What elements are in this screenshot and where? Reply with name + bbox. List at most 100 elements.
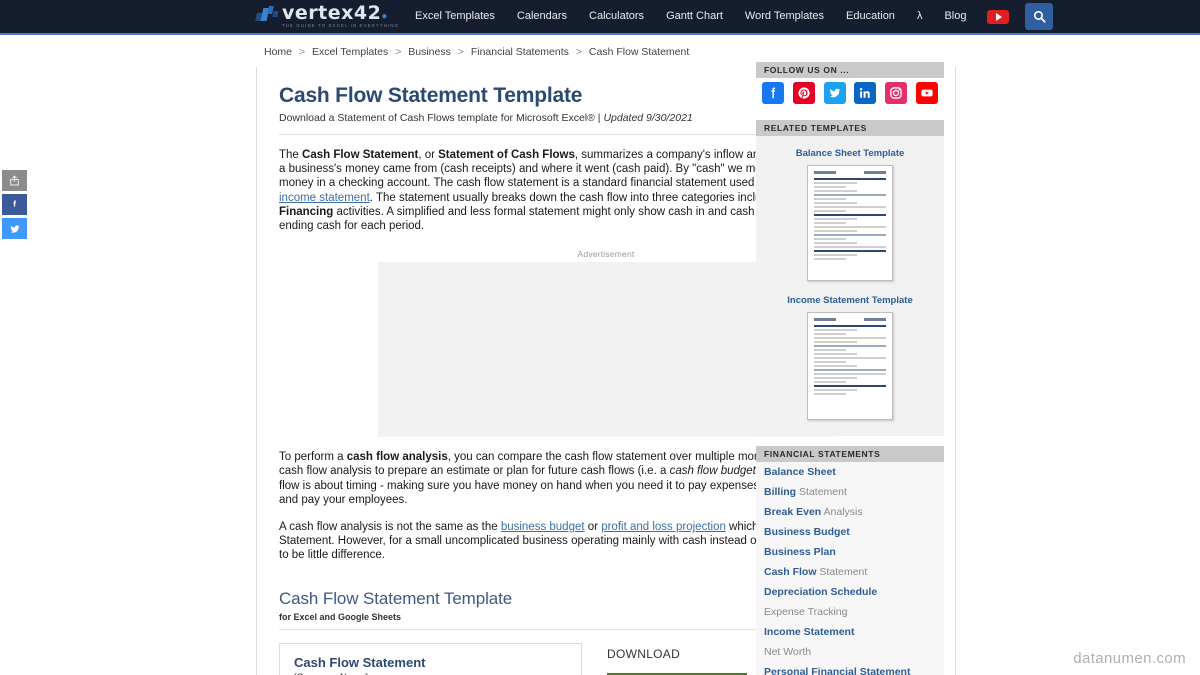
breadcrumb-item-excel-templates[interactable]: Excel Templates bbox=[312, 46, 388, 58]
breadcrumb-item-financial-statements[interactable]: Financial Statements bbox=[471, 46, 569, 58]
fs-label-bold: Billing bbox=[764, 485, 797, 498]
thumb-row bbox=[814, 369, 886, 371]
text-bold: cash flow analysis bbox=[346, 451, 448, 464]
thumb-row bbox=[814, 194, 886, 196]
floating-share-rail bbox=[2, 170, 27, 242]
thumb-row bbox=[814, 230, 858, 232]
site-logo[interactable]: vertex42 ● THE GUIDE TO EXCEL IN EVERYTH… bbox=[255, 0, 400, 34]
nav-item-calculators[interactable]: Calculators bbox=[578, 0, 655, 34]
thumb-row bbox=[814, 222, 847, 224]
nav-item-calendars[interactable]: Calendars bbox=[506, 0, 578, 34]
breadcrumb-item-business[interactable]: Business bbox=[408, 46, 451, 58]
related-template-label: Income Statement Template bbox=[787, 295, 913, 306]
thumb-row bbox=[814, 353, 858, 355]
twitter-share-icon[interactable] bbox=[2, 218, 27, 239]
twitter-icon[interactable] bbox=[823, 82, 846, 104]
left-gutter bbox=[0, 37, 256, 675]
financial-statements-list: Balance Sheet Billing Statement Break Ev… bbox=[756, 462, 944, 675]
fs-item-expense-tracking[interactable]: Expense Tracking bbox=[756, 602, 944, 622]
breadcrumb-item-current: Cash Flow Statement bbox=[588, 46, 690, 58]
thumb-row bbox=[814, 182, 858, 184]
thumb-row bbox=[814, 246, 886, 248]
thumb-row bbox=[814, 349, 847, 351]
logo-tagline: THE GUIDE TO EXCEL IN EVERYTHING bbox=[282, 23, 400, 28]
fs-item-break-even-analysis[interactable]: Break Even Analysis bbox=[756, 502, 944, 522]
youtube-icon[interactable] bbox=[987, 9, 1010, 24]
youtube-icon[interactable] bbox=[915, 82, 938, 104]
thumb-row bbox=[814, 258, 847, 260]
pinterest-icon[interactable] bbox=[792, 82, 815, 104]
thumb-header bbox=[814, 171, 886, 174]
template-preview-card[interactable]: Cash Flow Statement [Company Name] For t… bbox=[279, 642, 582, 675]
thumb-row bbox=[814, 226, 886, 228]
fs-label-rest: Expense Tracking bbox=[764, 605, 848, 618]
right-gutter bbox=[944, 37, 1200, 675]
facebook-share-icon[interactable] bbox=[2, 194, 27, 215]
thumb-row bbox=[814, 365, 858, 367]
thumb-row bbox=[814, 186, 847, 188]
text-run: A cash flow analysis is not the same as … bbox=[279, 521, 501, 534]
logo-row: vertex42 ● bbox=[255, 4, 396, 23]
related-templates-heading: RELATED TEMPLATES bbox=[756, 120, 944, 136]
fs-label-bold: Business Budget bbox=[764, 525, 850, 538]
fs-item-cash-flow-statement[interactable]: Cash Flow Statement bbox=[756, 562, 944, 582]
thumb-header bbox=[814, 318, 886, 321]
thumb-row bbox=[814, 214, 886, 216]
nav-item-gantt-chart[interactable]: Gantt Chart bbox=[655, 0, 734, 34]
fs-item-business-plan[interactable]: Business Plan bbox=[756, 542, 944, 562]
text-italic: cash flow budget bbox=[669, 465, 756, 478]
nav-inner: vertex42 ● THE GUIDE TO EXCEL IN EVERYTH… bbox=[255, 0, 1054, 34]
thumb-row bbox=[814, 242, 858, 244]
fs-item-net-worth[interactable]: Net Worth bbox=[756, 642, 944, 662]
facebook-glyph bbox=[13, 200, 17, 207]
fs-item-business-budget[interactable]: Business Budget bbox=[756, 522, 944, 542]
follow-us-panel: FOLLOW US ON ... bbox=[756, 62, 944, 110]
profit-loss-projection-link[interactable]: profit and loss projection bbox=[601, 521, 726, 533]
thumb-row bbox=[814, 333, 847, 335]
thumb-row bbox=[814, 210, 847, 212]
fs-item-income-statement[interactable]: Income Statement bbox=[756, 622, 944, 642]
text-bold: Cash Flow Statement bbox=[302, 149, 419, 161]
thumb-row bbox=[814, 254, 858, 256]
right-sidebar: FOLLOW US ON ... RELATED TEMPLATES Balan… bbox=[756, 62, 944, 675]
thumb-row bbox=[814, 377, 858, 379]
facebook-icon[interactable] bbox=[762, 82, 784, 104]
fs-label-bold: Depreciation Schedule bbox=[764, 585, 878, 598]
nav-item-excel-templates[interactable]: Excel Templates bbox=[404, 0, 506, 34]
fs-item-balance-sheet[interactable]: Balance Sheet bbox=[756, 462, 944, 482]
income-statement-link[interactable]: income statement bbox=[279, 192, 370, 204]
thumb-row bbox=[814, 325, 886, 327]
thumb-row bbox=[814, 178, 886, 180]
instagram-glyph bbox=[890, 87, 902, 99]
related-template-income-statement[interactable]: Income Statement Template bbox=[764, 289, 936, 428]
fs-item-depreciation-schedule[interactable]: Depreciation Schedule bbox=[756, 582, 944, 602]
business-budget-link[interactable]: business budget bbox=[501, 521, 585, 533]
nav-item-education[interactable]: Education bbox=[835, 0, 906, 34]
nav-item-lambda[interactable]: λ bbox=[906, 0, 934, 34]
text-run: , or bbox=[418, 149, 439, 161]
fs-item-billing-statement[interactable]: Billing Statement bbox=[756, 482, 944, 502]
breadcrumb-separator: > bbox=[395, 46, 402, 58]
download-column: DOWNLOAD ↓ EXCEL (.XLSX) bbox=[607, 643, 747, 675]
search-icon[interactable] bbox=[1025, 3, 1054, 30]
follow-us-heading: FOLLOW US ON ... bbox=[756, 62, 944, 78]
fs-label-rest: Net Worth bbox=[764, 645, 812, 658]
thumb-row bbox=[814, 234, 886, 236]
text-run: or bbox=[584, 521, 602, 534]
nav-item-word-templates[interactable]: Word Templates bbox=[734, 0, 835, 34]
fs-item-personal-financial-statement[interactable]: Personal Financial Statement bbox=[756, 662, 944, 675]
text-bold: Financing bbox=[279, 205, 334, 218]
linkedin-icon[interactable] bbox=[854, 82, 877, 104]
preview-company: [Company Name] bbox=[294, 672, 567, 675]
fs-label-bold: Business Plan bbox=[764, 545, 836, 558]
share-icon[interactable] bbox=[2, 170, 27, 191]
logo-dot-icon: ● bbox=[381, 11, 388, 22]
nav-item-blog[interactable]: Blog bbox=[933, 0, 977, 34]
text-run: . The statement usually breaks down the … bbox=[369, 191, 787, 204]
thumb-row bbox=[814, 341, 858, 343]
fs-label-bold: Balance Sheet bbox=[764, 465, 836, 478]
instagram-icon[interactable] bbox=[885, 82, 908, 104]
related-template-label: Balance Sheet Template bbox=[795, 148, 905, 159]
breadcrumb-item-home[interactable]: Home bbox=[264, 46, 292, 58]
related-template-balance-sheet[interactable]: Balance Sheet Template bbox=[764, 142, 936, 289]
